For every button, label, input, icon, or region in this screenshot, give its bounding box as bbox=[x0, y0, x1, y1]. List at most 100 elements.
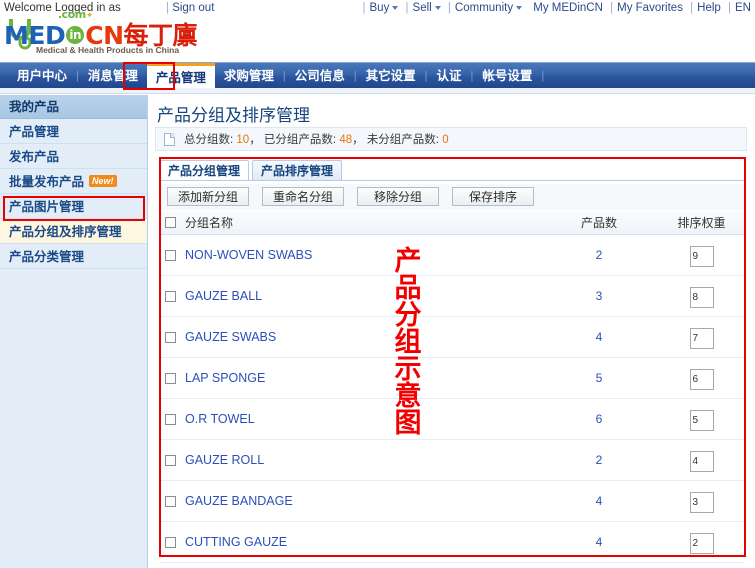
group-name-link[interactable]: O.R TOWEL bbox=[185, 399, 255, 440]
sidebar-item-group-sort-mgmt[interactable]: 产品分组及排序管理 bbox=[0, 219, 147, 244]
sidebar: 我的产品 产品管理 发布产品 批量发布产品 New! 产品图片管理 产品分组及排序… bbox=[0, 95, 148, 568]
nav-my-favorites[interactable]: My Favorites bbox=[613, 2, 687, 14]
table-row: NON-WOVEN SWABS 2 9 bbox=[159, 235, 744, 276]
group-name-link[interactable]: GAUZE SWABS bbox=[185, 317, 276, 358]
product-count-value: 5 bbox=[595, 371, 603, 385]
nav-tab-account-settings[interactable]: 帐号设置 bbox=[473, 63, 541, 89]
product-count-value: 2 bbox=[595, 453, 603, 467]
summary-info-bar: 总分组数: 10， 已分组产品数: 48， 未分组产品数: 0 bbox=[155, 127, 747, 151]
group-name-link[interactable]: GAUZE BANDAGE bbox=[185, 481, 293, 522]
nav-community[interactable]: Community bbox=[451, 2, 526, 14]
nav-buy-label: Buy bbox=[369, 2, 390, 14]
nav-tab-product-mgmt[interactable]: 产品管理 bbox=[146, 63, 215, 89]
sort-weight-input[interactable]: 7 bbox=[689, 328, 714, 349]
page-root: Welcome Logged in as | Sign out | Buy | Se… bbox=[0, 0, 755, 568]
table-row: GAUZE BANDAGE 4 3 bbox=[159, 481, 744, 522]
row-checkbox[interactable] bbox=[165, 250, 176, 261]
sidebar-item-batch-publish[interactable]: 批量发布产品 New! bbox=[0, 169, 147, 194]
sidebar-item-product-images[interactable]: 产品图片管理 bbox=[0, 194, 147, 219]
sidebar-item-label: 产品分组及排序管理 bbox=[9, 224, 122, 239]
group-name-link[interactable]: LAP SPONGE bbox=[185, 358, 265, 399]
row-checkbox[interactable] bbox=[165, 291, 176, 302]
add-group-button[interactable]: 添加新分组 bbox=[167, 187, 249, 206]
sidebar-item-label: 产品分类管理 bbox=[9, 249, 85, 264]
logo-tagline: Medical & Health Products in China bbox=[36, 45, 180, 55]
sort-weight-input[interactable]: 8 bbox=[689, 287, 714, 308]
sidebar-item-label: 批量发布产品 bbox=[9, 174, 85, 189]
nav-tab-user-center[interactable]: 用户中心 bbox=[8, 63, 76, 89]
sort-weight-input[interactable]: 3 bbox=[689, 492, 714, 513]
sort-weight-input[interactable]: 6 bbox=[689, 369, 714, 390]
chevron-down-icon bbox=[434, 5, 441, 10]
separator: ， bbox=[352, 134, 364, 146]
label-grouped-products: 已分组产品数: bbox=[263, 134, 337, 146]
new-badge: New! bbox=[89, 175, 117, 187]
sort-weight-input[interactable]: 4 bbox=[689, 451, 714, 472]
nav-buy[interactable]: Buy bbox=[366, 2, 403, 14]
tab-sort-management[interactable]: 产品排序管理 bbox=[252, 160, 343, 181]
value-grouped-products: 48 bbox=[339, 134, 353, 146]
sort-weight-cell: 2 bbox=[659, 533, 744, 554]
product-count-value: 3 bbox=[595, 289, 603, 303]
sort-weight-cell: 6 bbox=[659, 369, 744, 390]
table-row: CUTTING GAUZE 4 2 bbox=[159, 522, 744, 563]
top-right-nav: | Buy | Sell | Community My MEDinCN | My Fav… bbox=[363, 2, 755, 14]
sidebar-item-category-mgmt[interactable]: 产品分类管理 bbox=[0, 244, 147, 269]
group-name-link[interactable]: NON-WOVEN SWABS bbox=[185, 235, 312, 276]
sort-weight-input[interactable]: 9 bbox=[689, 246, 714, 267]
sort-weight-input[interactable]: 2 bbox=[689, 533, 714, 554]
nav-bottom-strip bbox=[0, 88, 755, 94]
row-checkbox[interactable] bbox=[165, 496, 176, 507]
sign-out-link[interactable]: | Sign out bbox=[166, 2, 214, 14]
table-row: GAUZE ROLL 2 4 bbox=[159, 440, 744, 481]
table-row: GAUZE SWABS 4 7 bbox=[159, 317, 744, 358]
main-nav-bar: 用户中心 | 消息管理 产品管理 求购管理 | 公司信息 | 其它设置 | 认证 | 帐号设置 | bbox=[0, 62, 755, 89]
nav-my-medincn[interactable]: My MEDinCN bbox=[529, 2, 607, 14]
logo-in-badge: in bbox=[66, 26, 85, 44]
group-name-link[interactable]: CUTTING GAUZE bbox=[185, 522, 287, 563]
row-checkbox[interactable] bbox=[165, 332, 176, 343]
nav-tab-message-mgmt[interactable]: 消息管理 bbox=[79, 63, 147, 89]
remove-group-button[interactable]: 移除分组 bbox=[357, 187, 439, 206]
label-ungrouped-products: 未分组产品数: bbox=[366, 134, 440, 146]
row-checkbox[interactable] bbox=[165, 373, 176, 384]
sidebar-item-publish-product[interactable]: 发布产品 bbox=[0, 144, 147, 169]
sort-weight-cell: 7 bbox=[659, 328, 744, 349]
group-name-link[interactable]: GAUZE ROLL bbox=[185, 440, 264, 481]
site-logo[interactable]: MED in CN每丁廪 .com✦ Medical & Health Produc… bbox=[4, 8, 244, 62]
sort-weight-cell: 9 bbox=[659, 246, 744, 267]
nav-community-label: Community bbox=[454, 2, 514, 14]
sidebar-item-label: 产品管理 bbox=[9, 124, 60, 139]
row-checkbox[interactable] bbox=[165, 414, 176, 425]
sort-weight-input[interactable]: 5 bbox=[689, 410, 714, 431]
sort-weight-cell: 5 bbox=[659, 410, 744, 431]
save-sort-button[interactable]: 保存排序 bbox=[452, 187, 534, 206]
product-count-value: 4 bbox=[595, 535, 603, 549]
nav-help[interactable]: Help bbox=[693, 2, 725, 14]
content-tab-strip: 产品分组管理 产品排序管理 bbox=[159, 160, 744, 181]
group-name-link[interactable]: GAUZE BALL bbox=[185, 276, 262, 317]
row-checkbox[interactable] bbox=[165, 455, 176, 466]
nav-sell[interactable]: Sell bbox=[409, 2, 445, 14]
row-checkbox[interactable] bbox=[165, 537, 176, 548]
rename-group-button[interactable]: 重命名分组 bbox=[262, 187, 344, 206]
star-icon: ✦ bbox=[85, 11, 94, 21]
tab-group-management[interactable]: 产品分组管理 bbox=[159, 160, 250, 181]
page-title: 产品分组及排序管理 bbox=[157, 106, 310, 126]
nav-language[interactable]: EN bbox=[731, 2, 755, 14]
logo-dotcom-text: .com bbox=[58, 8, 86, 21]
nav-tab-other-settings[interactable]: 其它设置 bbox=[357, 63, 425, 89]
nav-tab-company-info[interactable]: 公司信息 bbox=[286, 63, 354, 89]
logo-dotcom: .com✦ bbox=[58, 8, 93, 21]
chevron-down-icon bbox=[516, 5, 523, 10]
document-icon bbox=[164, 133, 175, 146]
nav-tab-certification[interactable]: 认证 bbox=[428, 63, 471, 89]
select-all-checkbox[interactable] bbox=[165, 217, 176, 228]
sidebar-item-product-mgmt[interactable]: 产品管理 bbox=[0, 119, 147, 144]
nav-divider: | bbox=[541, 70, 545, 82]
label-total-groups: 总分组数: bbox=[184, 134, 234, 146]
product-count-value: 4 bbox=[595, 494, 603, 508]
main-nav-items: 用户中心 | 消息管理 产品管理 求购管理 | 公司信息 | 其它设置 | 认证 | 帐号设置 | bbox=[8, 63, 544, 89]
column-header-product-count: 产品数 bbox=[580, 216, 617, 230]
nav-tab-purchase-mgmt[interactable]: 求购管理 bbox=[215, 63, 283, 89]
